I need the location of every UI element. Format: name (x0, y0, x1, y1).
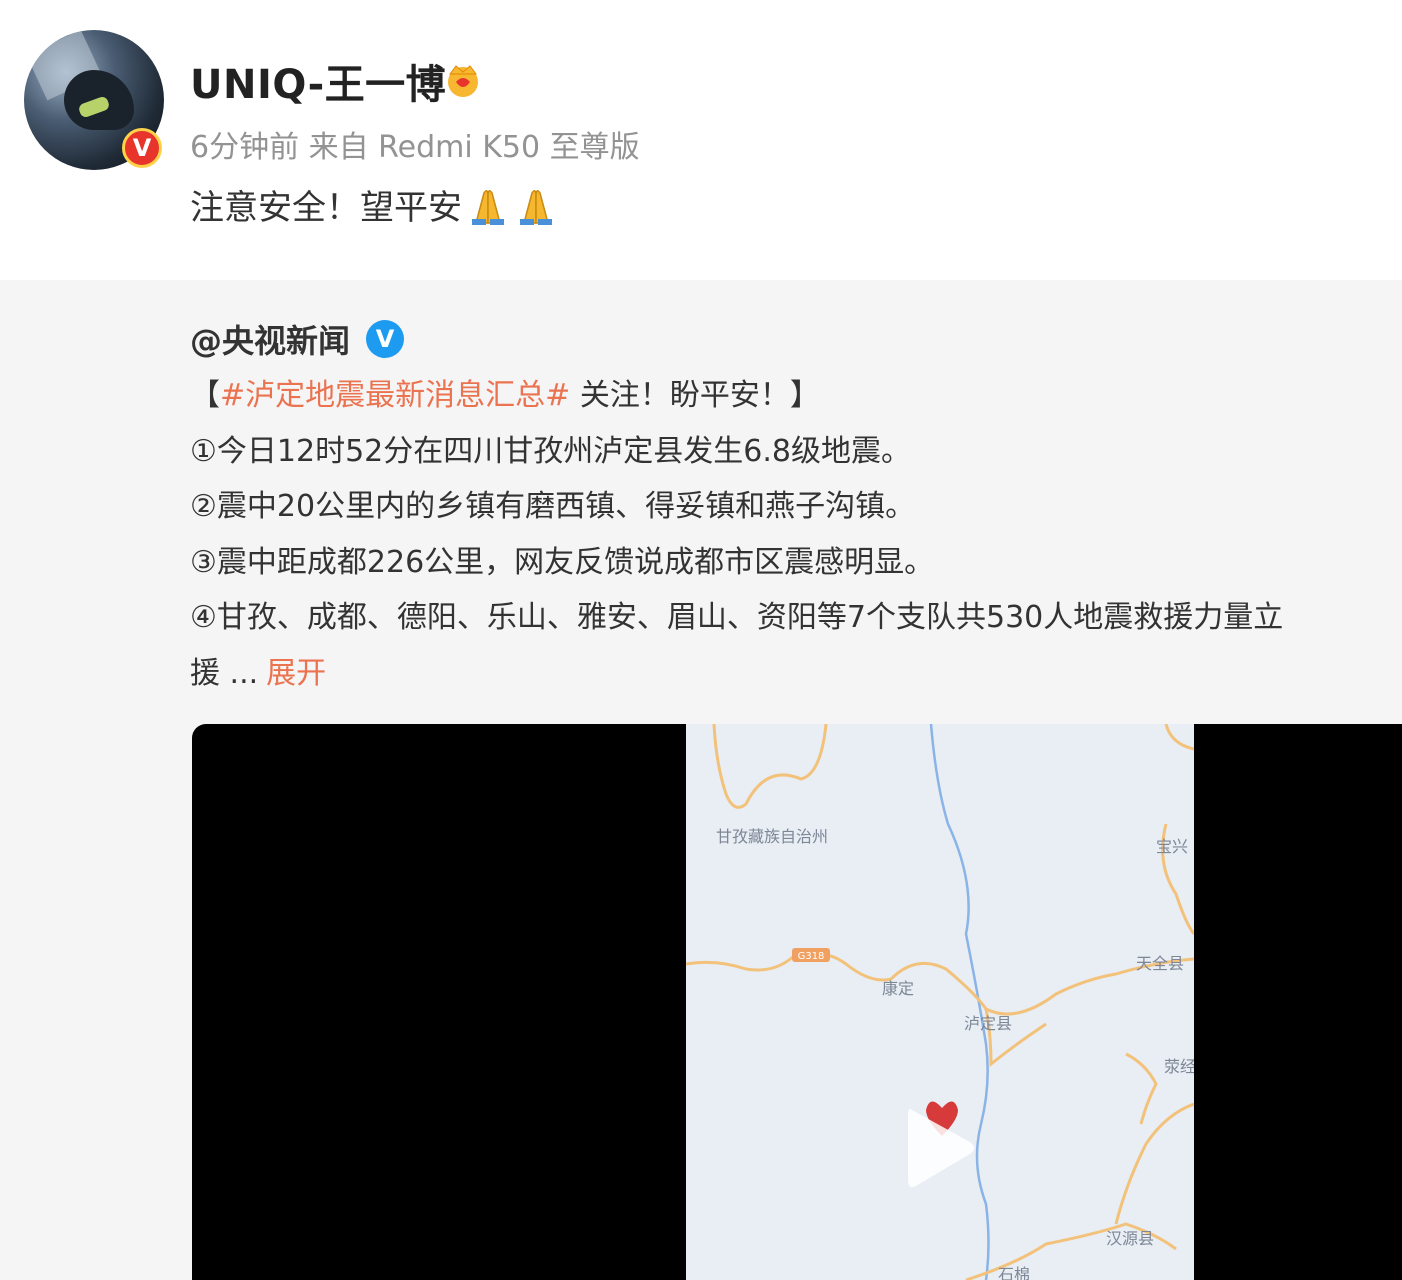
repost-last-line: 援 ... 展开 (190, 646, 1402, 702)
map-label-town: 天全县 (1136, 954, 1184, 973)
map-graphic: G318 甘孜藏族自治州 泸定县 康定 天全县 宝兴 荥经 汉源县 石棉 (685, 724, 1196, 1280)
post-header: V UNIQ-王一博 6分钟前 来自 Redmi K50 至尊版 注意安全！望平… (0, 0, 1402, 280)
map-label-town: 石棉 (998, 1265, 1030, 1280)
verified-blue-icon: V (366, 320, 405, 358)
pray-icon (472, 189, 504, 225)
pray-icon (520, 189, 552, 225)
user-name[interactable]: UNIQ-王一博 (190, 52, 446, 110)
map-label-town: 宝兴 (1156, 837, 1188, 856)
repost-headline: 【#泸定地震最新消息汇总# 关注！盼平安！】 (190, 368, 1402, 424)
post-text: 注意安全！望平安 (190, 180, 558, 229)
open-bracket: 【 (190, 378, 220, 413)
repost-author-name[interactable]: @央视新闻 (190, 316, 350, 362)
repost-card[interactable]: @央视新闻 V 【#泸定地震最新消息汇总# 关注！盼平安！】 ①今日12时52分… (0, 280, 1402, 1280)
truncated-text: 援 ... (190, 655, 259, 691)
map-label-town: 荥经 (1164, 1057, 1194, 1076)
map-label-prefecture: 甘孜藏族自治州 (716, 827, 828, 846)
expand-link[interactable]: 展开 (266, 656, 326, 691)
map-label-county: 康定 (882, 979, 914, 998)
post-text-content: 注意安全！望平安 (190, 188, 462, 228)
play-icon[interactable] (898, 1102, 978, 1194)
headline-rest: 关注！盼平安！】 (570, 378, 820, 413)
map-thumbnail: G318 甘孜藏族自治州 泸定县 康定 天全县 宝兴 荥经 汉源县 石棉 (685, 724, 1196, 1280)
crown-icon (448, 65, 478, 97)
map-label-road: G318 (798, 951, 825, 962)
post-meta: 6分钟前 来自 Redmi K50 至尊版 (190, 130, 640, 165)
repost-body: 【#泸定地震最新消息汇总# 关注！盼平安！】 ①今日12时52分在四川甘孜州泸定… (190, 368, 1402, 701)
hashtag-link[interactable]: #泸定地震最新消息汇总# (220, 378, 570, 413)
map-label-county: 泸定县 (964, 1014, 1012, 1033)
repost-line: ③震中距成都226公里，网友反馈说成都市区震感明显。 (190, 544, 935, 580)
repost-line: ②震中20公里内的乡镇有磨西镇、得妥镇和燕子沟镇。 (190, 489, 916, 524)
verified-badge-icon: V (122, 128, 162, 168)
video-player[interactable]: G318 甘孜藏族自治州 泸定县 康定 天全县 宝兴 荥经 汉源县 石棉 (192, 724, 1402, 1280)
repost-line: ①今日12时52分在四川甘孜州泸定县发生6.8级地震。 (190, 433, 911, 469)
repost-author[interactable]: @央视新闻 V (190, 316, 405, 362)
map-label-town: 汉源县 (1106, 1229, 1154, 1248)
repost-line: ④甘孜、成都、德阳、乐山、雅安、眉山、资阳等7个支队共530人地震救援力量立 (190, 600, 1284, 635)
